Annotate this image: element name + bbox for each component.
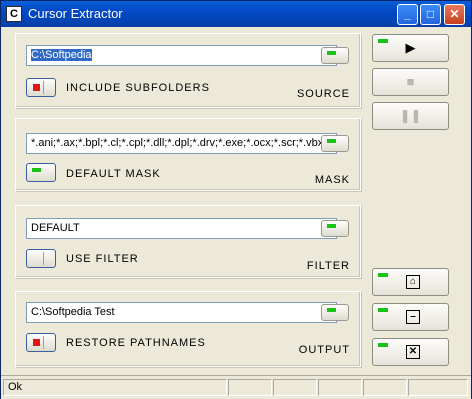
- status-panel: Ok: [3, 379, 227, 396]
- use-filter-label: USE FILTER: [66, 253, 139, 265]
- default-mask-label: DEFAULT MASK: [66, 168, 161, 180]
- output-group-label: OUTPUT: [298, 344, 350, 356]
- status-panel: [318, 379, 362, 396]
- led-icon: [32, 168, 41, 172]
- exit-button[interactable]: ✕: [372, 338, 449, 366]
- led-icon: [327, 51, 336, 55]
- include-subfolders-label: INCLUDE SUBFOLDERS: [66, 82, 210, 94]
- minimize-app-button[interactable]: –: [372, 303, 449, 331]
- pause-icon: ❚❚: [399, 108, 422, 123]
- home-button[interactable]: ⌂: [372, 268, 449, 296]
- filter-input[interactable]: DEFAULT: [26, 218, 337, 239]
- restore-pathnames-label: RESTORE PATHNAMES: [66, 337, 206, 349]
- filter-browse-button[interactable]: [321, 220, 349, 237]
- red-indicator-icon: [33, 339, 40, 346]
- output-group: C:\Softpedia Test RESTORE PATHNAMES OUTP…: [15, 291, 361, 367]
- filter-group-label: FILTER: [306, 260, 350, 272]
- default-mask-toggle[interactable]: [26, 163, 56, 182]
- source-group-label: SOURCE: [296, 88, 350, 100]
- led-icon: [327, 139, 336, 143]
- led-icon: [378, 343, 388, 347]
- status-panel: [228, 379, 272, 396]
- title-bar[interactable]: C Cursor Extractor _ □ ✕: [1, 1, 471, 27]
- status-text: Ok: [8, 381, 23, 393]
- mask-input[interactable]: *.ani;*.ax;*.bpl;*.cl;*.cpl;*.dll;*.dpl;…: [26, 133, 337, 154]
- status-panel: [408, 379, 468, 396]
- restore-pathnames-toggle[interactable]: [26, 333, 56, 352]
- output-path-input[interactable]: C:\Softpedia Test: [26, 302, 337, 323]
- include-subfolders-toggle[interactable]: [26, 78, 56, 97]
- close-icon: ✕: [406, 345, 420, 359]
- status-panel: [273, 379, 317, 396]
- mask-group-label: MASK: [314, 174, 350, 186]
- use-filter-toggle[interactable]: [26, 249, 56, 268]
- filter-group: DEFAULT USE FILTER FILTER: [15, 205, 361, 278]
- source-path-input[interactable]: C:\Softpedia: [26, 45, 337, 66]
- stop-button[interactable]: ■: [372, 68, 449, 96]
- minimize-icon: –: [406, 310, 420, 324]
- window-title: Cursor Extractor: [28, 6, 123, 21]
- play-icon: ▶: [405, 40, 416, 55]
- led-icon: [378, 308, 388, 312]
- led-icon: [378, 273, 388, 277]
- source-group: C:\Softpedia INCLUDE SUBFOLDERS SOURCE: [15, 33, 361, 108]
- maximize-button[interactable]: □: [420, 4, 441, 25]
- led-icon: [327, 308, 336, 312]
- app-window: C Cursor Extractor _ □ ✕ C:\Softpedia IN…: [0, 0, 472, 399]
- red-indicator-icon: [33, 84, 40, 91]
- home-icon: ⌂: [406, 275, 420, 289]
- app-icon[interactable]: C: [6, 6, 22, 22]
- led-icon: [327, 224, 336, 228]
- mask-group: *.ani;*.ax;*.bpl;*.cl;*.cpl;*.dll;*.dpl;…: [15, 118, 361, 191]
- status-bar: Ok: [1, 375, 471, 399]
- close-window-button[interactable]: ✕: [444, 4, 465, 25]
- mask-browse-button[interactable]: [321, 135, 349, 152]
- output-browse-button[interactable]: [321, 304, 349, 321]
- status-panel: [363, 379, 407, 396]
- stop-icon: ■: [406, 74, 415, 89]
- source-browse-button[interactable]: [321, 47, 349, 64]
- start-button[interactable]: ▶: [372, 34, 449, 62]
- pause-button[interactable]: ❚❚: [372, 102, 449, 130]
- minimize-button[interactable]: _: [397, 4, 418, 25]
